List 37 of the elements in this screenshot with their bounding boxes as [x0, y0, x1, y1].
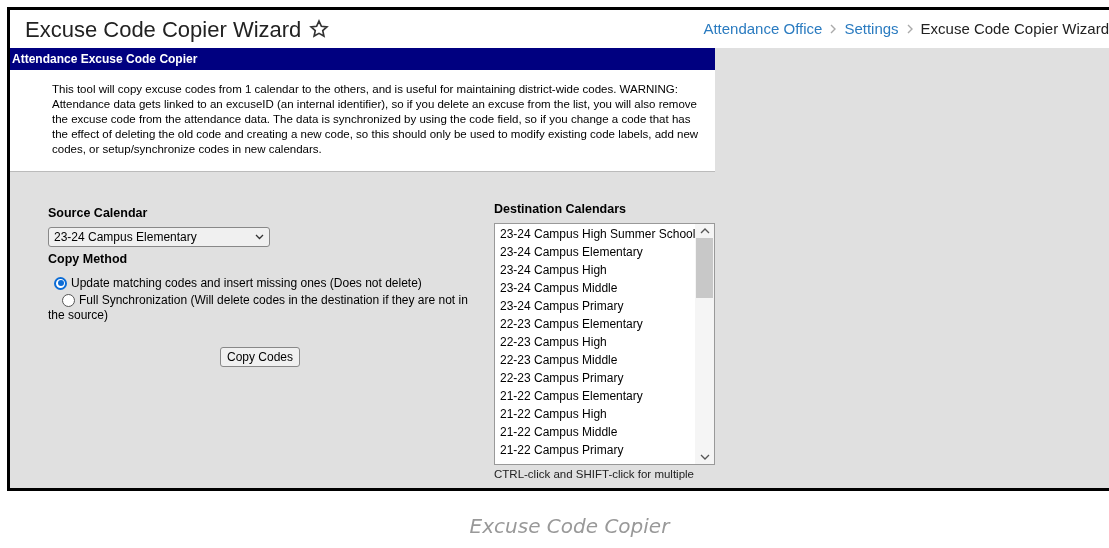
- list-item[interactable]: 21-22 Campus Primary: [500, 440, 695, 459]
- list-item[interactable]: 23-24 Campus Primary: [500, 296, 695, 315]
- figure-caption: Excuse Code Copier: [469, 513, 670, 540]
- list-item[interactable]: 22-23 Campus Middle: [500, 350, 695, 369]
- list-item[interactable]: 23-24 Campus High: [500, 260, 695, 279]
- list-item[interactable]: 23-24 Campus High Summer School: [500, 224, 695, 243]
- source-calendar-dropdown[interactable]: 23-24 Campus Elementary: [48, 226, 270, 247]
- hint-text: CTRL-click and SHIFT-click for multiple: [494, 466, 695, 482]
- chevron-down-icon: [255, 233, 264, 240]
- scrollbar-thumb[interactable]: [696, 237, 713, 298]
- radio-label[interactable]: Full Synchronization (Will delete codes in the destination if they are not in the source): [48, 292, 474, 323]
- field-label: Source Calendar: [47, 205, 149, 222]
- destination-calendar-list[interactable]: [494, 222, 715, 465]
- list-item[interactable]: 23-24 Campus Middle: [500, 278, 695, 297]
- field-label: Destination Calendars: [494, 201, 627, 218]
- list-item[interactable]: 21-22 Campus High: [500, 404, 695, 423]
- radio-label[interactable]: Update matching codes and insert missing ones (Does not delete): [71, 275, 422, 291]
- breadcrumb-link[interactable]: Attendance Office: [703, 17, 823, 41]
- copy-codes-button[interactable]: Copy Codes: [219, 346, 300, 367]
- field-label: Copy Method: [47, 250, 129, 268]
- list-item[interactable]: 21-22 Campus Middle: [500, 422, 695, 441]
- scrollbar[interactable]: [695, 223, 714, 464]
- breadcrumb-link[interactable]: Settings: [844, 17, 899, 41]
- description-text: This tool will copy excuse codes from 1 calendar to the others, and is useful for maintaining district-wide codes. WARNING: Attendance data gets linked to an excuseID (an internal identifier), so if you delete an excuse from the list, you will also remove the excuse code from the attendance data. The data is synchronized by using the code field, so if you change a code that has the effect of deleting the old code and creating a new code, so this should only be used to modify existing code labels, add new codes, or setup/synchronize codes in new calendars.: [52, 82, 700, 157]
- panel-title-bar: Attendance Excuse Code Copier: [10, 48, 715, 70]
- breadcrumb-current: Excuse Code Copier Wizard: [920, 18, 1109, 39]
- list-item[interactable]: 22-23 Campus Elementary: [500, 314, 695, 333]
- list-item[interactable]: 22-23 Campus Primary: [500, 368, 695, 387]
- chevron-right-icon: [905, 23, 914, 35]
- radio-button[interactable]: [54, 276, 67, 290]
- chevron-right-icon: [829, 23, 838, 35]
- list-item[interactable]: 23-24 Campus Elementary: [500, 242, 695, 261]
- radio-button[interactable]: [62, 293, 75, 307]
- page-title: Excuse Code Copier Wizard: [25, 15, 302, 44]
- star-icon[interactable]: [309, 19, 330, 39]
- list-item[interactable]: 21-22 Campus Elementary: [500, 386, 695, 405]
- list-item[interactable]: 22-23 Campus High: [500, 332, 695, 351]
